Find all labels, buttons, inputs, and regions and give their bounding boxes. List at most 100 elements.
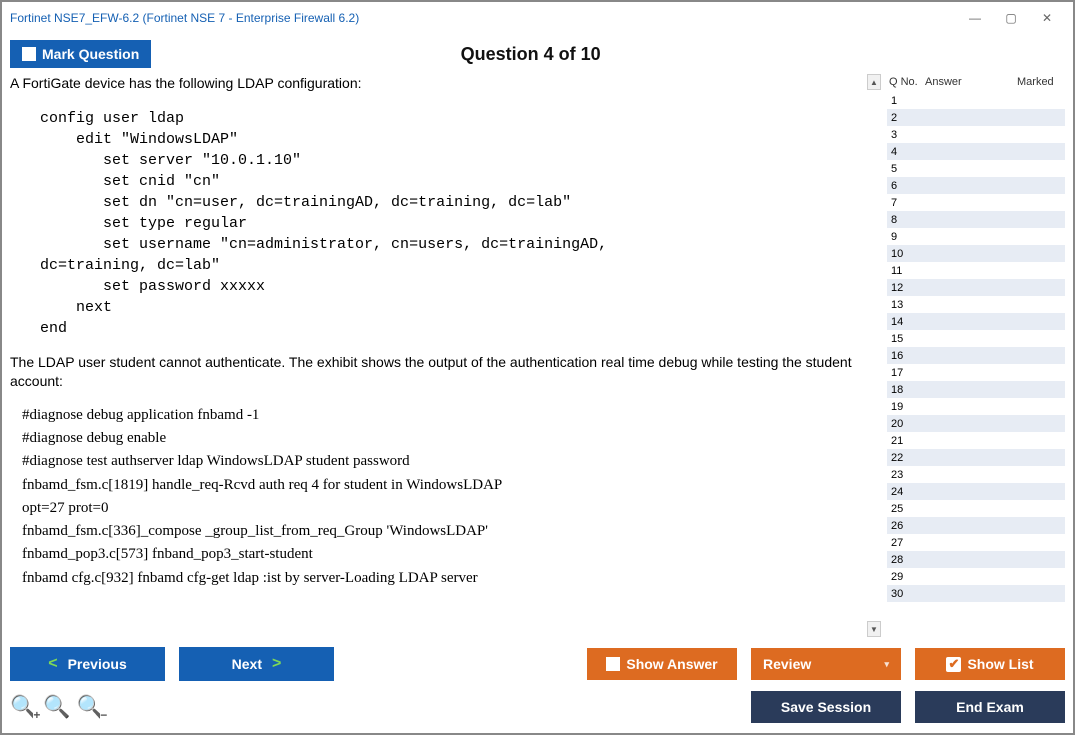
question-row[interactable]: 1 — [887, 92, 1065, 109]
question-row[interactable]: 22 — [887, 449, 1065, 466]
question-number: 12 — [891, 282, 921, 294]
question-row[interactable]: 14 — [887, 313, 1065, 330]
next-button[interactable]: Next > — [179, 647, 334, 681]
titlebar: Fortinet NSE7_EFW-6.2 (Fortinet NSE 7 - … — [2, 2, 1073, 34]
question-number: 25 — [891, 503, 921, 515]
scroll-down-icon[interactable]: ▼ — [867, 621, 881, 637]
question-number: 13 — [891, 299, 921, 311]
question-row[interactable]: 28 — [887, 551, 1065, 568]
mark-question-button[interactable]: Mark Question — [10, 40, 151, 68]
question-scrollbar[interactable]: ▲ ▼ — [867, 74, 881, 637]
chevron-left-icon: < — [48, 655, 57, 673]
question-number: 9 — [891, 231, 921, 243]
end-exam-label: End Exam — [956, 699, 1024, 715]
zoom-in-icon[interactable]: 🔍+ — [10, 694, 37, 720]
question-row[interactable]: 2 — [887, 109, 1065, 126]
question-row[interactable]: 12 — [887, 279, 1065, 296]
question-row[interactable]: 30 — [887, 585, 1065, 602]
question-row[interactable]: 26 — [887, 517, 1065, 534]
question-row[interactable]: 3 — [887, 126, 1065, 143]
chevron-right-icon: > — [272, 655, 281, 673]
footer-button-row: < Previous Next > Show Answer Review ▾ ✔… — [10, 647, 1065, 681]
debug-line: fnbamd cfg.c[932] fnbamd cfg-get ldap :i… — [22, 567, 863, 590]
question-number: 5 — [891, 163, 921, 175]
question-scroll[interactable]: A FortiGate device has the following LDA… — [10, 74, 867, 637]
question-number: 11 — [891, 265, 921, 277]
question-number: 26 — [891, 520, 921, 532]
col-qno: Q No. — [889, 76, 925, 88]
question-row[interactable]: 11 — [887, 262, 1065, 279]
question-number: 19 — [891, 401, 921, 413]
question-list: 1234567891011121314151617181920212223242… — [887, 92, 1065, 637]
question-number: 15 — [891, 333, 921, 345]
save-session-button[interactable]: Save Session — [751, 691, 901, 723]
question-number: 27 — [891, 537, 921, 549]
question-row[interactable]: 16 — [887, 347, 1065, 364]
end-exam-button[interactable]: End Exam — [915, 691, 1065, 723]
col-answer: Answer — [925, 76, 1017, 88]
debug-line: #diagnose debug application fnbamd -1 — [22, 404, 863, 427]
next-label: Next — [232, 656, 262, 672]
show-answer-label: Show Answer — [626, 656, 717, 672]
question-number: 22 — [891, 452, 921, 464]
question-row[interactable]: 15 — [887, 330, 1065, 347]
question-row[interactable]: 6 — [887, 177, 1065, 194]
previous-button[interactable]: < Previous — [10, 647, 165, 681]
previous-label: Previous — [68, 656, 127, 672]
caret-down-icon: ▾ — [884, 659, 889, 670]
question-row[interactable]: 13 — [887, 296, 1065, 313]
question-number: 7 — [891, 197, 921, 209]
question-row[interactable]: 5 — [887, 160, 1065, 177]
debug-line: opt=27 prot=0 — [22, 497, 863, 520]
question-row[interactable]: 20 — [887, 415, 1065, 432]
question-number: 18 — [891, 384, 921, 396]
maximize-button[interactable]: ▢ — [993, 6, 1029, 30]
question-number: 28 — [891, 554, 921, 566]
show-answer-button[interactable]: Show Answer — [587, 648, 737, 680]
checkbox-icon — [606, 657, 620, 671]
zoom-controls: 🔍+ 🔍 🔍− — [10, 694, 104, 720]
question-row[interactable]: 8 — [887, 211, 1065, 228]
question-row[interactable]: 10 — [887, 245, 1065, 262]
zoom-reset-icon[interactable]: 🔍 — [43, 694, 70, 720]
question-list-rows[interactable]: 1234567891011121314151617181920212223242… — [887, 92, 1065, 637]
question-list-panel: Q No. Answer Marked 12345678910111213141… — [887, 74, 1065, 637]
question-row[interactable]: 17 — [887, 364, 1065, 381]
question-row[interactable]: 24 — [887, 483, 1065, 500]
footer: < Previous Next > Show Answer Review ▾ ✔… — [2, 641, 1073, 733]
debug-line: fnbamd_fsm.c[1819] handle_req-Rcvd auth … — [22, 474, 863, 497]
question-number: 30 — [891, 588, 921, 600]
question-row[interactable]: 23 — [887, 466, 1065, 483]
question-row[interactable]: 21 — [887, 432, 1065, 449]
question-row[interactable]: 9 — [887, 228, 1065, 245]
scroll-up-icon[interactable]: ▲ — [867, 74, 881, 90]
question-number: 1 — [891, 95, 921, 107]
close-button[interactable]: ✕ — [1029, 6, 1065, 30]
question-row[interactable]: 27 — [887, 534, 1065, 551]
question-row[interactable]: 18 — [887, 381, 1065, 398]
app-window: Fortinet NSE7_EFW-6.2 (Fortinet NSE 7 - … — [0, 0, 1075, 735]
minimize-button[interactable]: — — [957, 6, 993, 30]
question-row[interactable]: 25 — [887, 500, 1065, 517]
show-list-button[interactable]: ✔ Show List — [915, 648, 1065, 680]
question-row[interactable]: 29 — [887, 568, 1065, 585]
question-intro: A FortiGate device has the following LDA… — [10, 74, 863, 94]
debug-line: #diagnose test authserver ldap WindowsLD… — [22, 450, 863, 473]
review-button[interactable]: Review ▾ — [751, 648, 901, 680]
review-label: Review — [763, 656, 811, 672]
col-marked: Marked — [1017, 76, 1065, 88]
question-number: 29 — [891, 571, 921, 583]
question-number: 24 — [891, 486, 921, 498]
question-list-header: Q No. Answer Marked — [887, 74, 1065, 92]
window-title: Fortinet NSE7_EFW-6.2 (Fortinet NSE 7 - … — [10, 11, 957, 25]
question-number: 23 — [891, 469, 921, 481]
main-body: A FortiGate device has the following LDA… — [2, 74, 1073, 641]
debug-line: #diagnose debug enable — [22, 427, 863, 450]
zoom-out-icon[interactable]: 🔍− — [77, 694, 104, 720]
question-counter: Question 4 of 10 — [151, 44, 910, 65]
question-panel: A FortiGate device has the following LDA… — [10, 74, 881, 637]
question-row[interactable]: 7 — [887, 194, 1065, 211]
question-row[interactable]: 4 — [887, 143, 1065, 160]
question-row[interactable]: 19 — [887, 398, 1065, 415]
question-number: 10 — [891, 248, 921, 260]
